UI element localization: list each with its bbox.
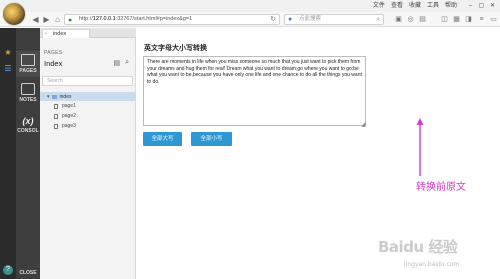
page-title: 英文字母大小写转换 [144, 45, 207, 52]
search-engine-icon[interactable]: ● [288, 15, 292, 24]
browser-title-bar: 文件 查看 收藏 工具 帮助 – ▢ ✕ [0, 0, 500, 12]
window-controls: – ▢ ✕ [467, 1, 496, 11]
extension-icon[interactable]: ▣ [394, 15, 403, 24]
extension-icon[interactable]: ▦ [452, 15, 461, 24]
tab-label: index [53, 31, 67, 37]
user-avatar[interactable] [2, 2, 26, 26]
url-rest: :32767/start.html#p=index&g=1 [115, 16, 193, 22]
folder-icon [52, 94, 58, 99]
pages-section-label: PAGES [44, 50, 63, 56]
maximize-icon[interactable]: ▢ [478, 1, 485, 11]
browser-menu: 文件 查看 收藏 工具 帮助 – ▢ ✕ [373, 1, 496, 11]
forward-arrow-icon[interactable]: ▶ [41, 14, 52, 25]
resize-grip-icon[interactable]: ◢ [361, 121, 366, 128]
menu-favorites[interactable]: 收藏 [409, 1, 421, 11]
baidu-watermark: Baidu 经验 jingyan.baidu.com [378, 236, 496, 276]
notes-icon [21, 83, 35, 95]
menu-tools[interactable]: 工具 [427, 1, 439, 11]
close-panel-button[interactable]: CLOSE [16, 267, 40, 279]
tree-item-label: page1 [62, 103, 76, 109]
extension-icon[interactable]: ▭ [489, 15, 498, 24]
search-icon[interactable]: ⌕ [376, 15, 380, 24]
close-window-icon[interactable]: ✕ [489, 1, 496, 11]
extension-icon[interactable]: ◎ [406, 15, 415, 24]
menu-icon[interactable]: ≡ [477, 15, 486, 24]
search-toggle-icon[interactable]: ⌕ [125, 59, 129, 67]
address-bar[interactable]: ● http://127.0.0.1:32767/start.html#p=in… [64, 14, 280, 25]
security-shield-icon: ● [68, 17, 73, 24]
browser-sidebar: ★ ☰ [0, 28, 16, 279]
source-textarea[interactable]: There are moments in life when you miss … [143, 56, 366, 126]
watermark-url: jingyan.baidu.com [404, 261, 460, 268]
tree-item-page1[interactable]: page1 [54, 102, 76, 111]
watermark-logo: Baidu 经验 [378, 238, 458, 256]
tree-item-page3[interactable]: page3 [54, 122, 76, 131]
help-icon[interactable]: ? [3, 265, 13, 275]
tree-item-page2[interactable]: page2 [54, 112, 76, 121]
browser-search-placeholder: 点此搜索 [299, 16, 322, 22]
tab-index[interactable]: ▫ index [42, 29, 90, 38]
notes-panel-label: NOTES [19, 97, 37, 103]
axure-panel-bar: PAGES NOTES (x) CONSOL CLOSE [16, 28, 40, 279]
sitemap-icon[interactable]: ▤ [113, 59, 120, 67]
extension-icon[interactable]: ◫ [440, 15, 449, 24]
tab-bar: ▫ index [40, 28, 136, 38]
pages-panel-title: Index [44, 59, 63, 68]
page-icon [54, 124, 58, 129]
page-icon [54, 114, 58, 119]
console-panel-label: CONSOL [17, 128, 39, 134]
refresh-icon[interactable]: ↻ [270, 15, 276, 24]
list-icon[interactable]: ☰ [3, 64, 13, 74]
pages-panel-button[interactable]: PAGES [16, 51, 40, 77]
extension-icon[interactable]: ▤ [418, 15, 427, 24]
annotation-arrow-icon [416, 118, 424, 176]
annotation-text: 转换前原文 [416, 182, 466, 193]
pages-panel-label: PAGES [19, 68, 37, 74]
tree-item-label: index [59, 94, 72, 100]
console-panel-button[interactable]: (x) CONSOL [16, 116, 40, 140]
page-icon [54, 104, 58, 109]
uppercase-button[interactable]: 全部大写 [143, 132, 182, 146]
pages-icon [21, 54, 35, 66]
url-host: 127.0.0.1 [92, 16, 116, 22]
tree-item-label: page3 [62, 123, 76, 129]
back-arrow-icon[interactable]: ◀ [30, 14, 41, 25]
star-icon[interactable]: ★ [3, 48, 13, 58]
console-icon: (x) [22, 116, 34, 126]
pages-panel-tools: ▤ ⌕ [113, 59, 129, 67]
tree-item-label: page2 [62, 113, 76, 119]
collapse-arrow-icon[interactable]: ▼ [46, 94, 50, 99]
browser-search-box[interactable]: ● 点此搜索 ⌕ [284, 14, 384, 25]
extension-icon[interactable]: ◨ [464, 15, 473, 24]
browser-nav-bar: ◀ ▶ ⌂ ● http://127.0.0.1:32767/start.htm… [0, 12, 500, 27]
menu-view[interactable]: 查看 [391, 1, 403, 11]
menu-file[interactable]: 文件 [373, 1, 385, 11]
document-icon: ▫ [45, 31, 48, 37]
minimize-icon[interactable]: – [467, 1, 474, 11]
menu-help[interactable]: 帮助 [445, 1, 457, 11]
tree-item-index[interactable]: ▼ index [40, 92, 135, 101]
pages-search-input[interactable]: Search [42, 76, 133, 86]
home-icon[interactable]: ⌂ [52, 14, 63, 25]
url-prefix: http:// [79, 16, 93, 22]
notes-panel-button[interactable]: NOTES [16, 83, 40, 109]
lowercase-button[interactable]: 全部小写 [191, 132, 232, 146]
pages-panel: ▫ index PAGES Index ▤ ⌕ Search ▼ index pa… [40, 28, 136, 279]
